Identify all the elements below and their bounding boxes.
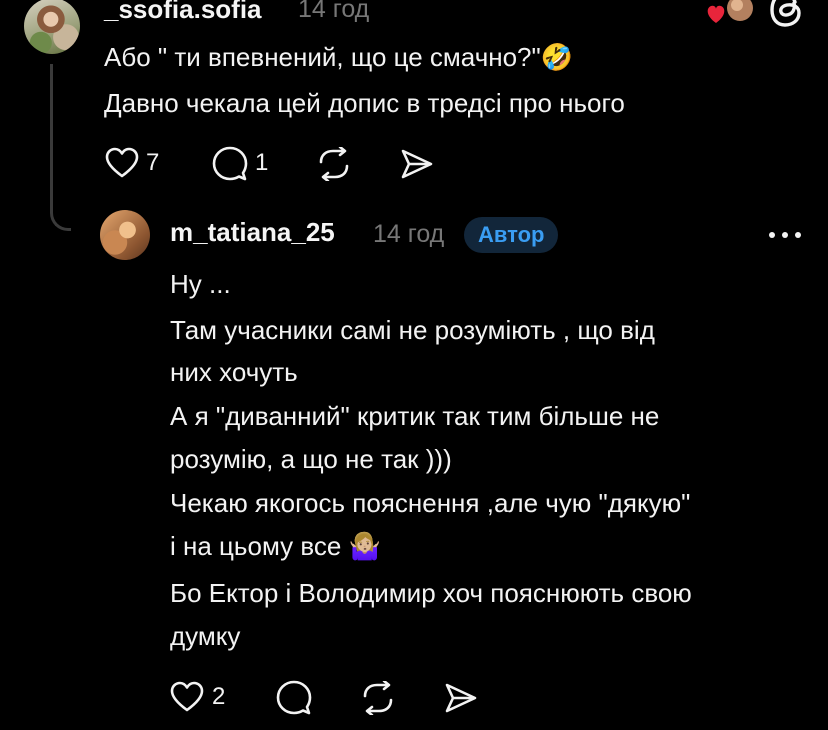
like-count: 7 [146,149,160,176]
repost-icon[interactable] [360,681,396,715]
reply-text-line: Там учасники самі не розуміють , що від [170,315,655,345]
threads-logo-icon[interactable] [768,0,804,30]
thread-connector-line [50,64,71,231]
reply-username[interactable]: m_tatiana_25 [170,217,335,248]
more-dots-icon[interactable] [768,231,802,239]
comment-text-line: Або " ти впевнений, що це смачно?"🤣 [104,42,574,72]
avatar[interactable] [24,0,80,54]
repost-icon[interactable] [316,147,352,181]
reply-text-line: Чекаю якогось пояснення ,але чую "дякую" [170,488,691,518]
reply-text-line: Ну ... [170,269,231,299]
reply-text-line: думку [170,621,241,651]
author-badge: Автор [464,217,559,253]
reply-count: 1 [255,149,269,176]
avatar[interactable] [100,210,150,260]
reply-text-line: А я "диванний" критик так тим більше не [170,401,660,431]
reply-time: 14 год [373,220,445,248]
reply-text-line: розумію, а що не так ))) [170,444,452,474]
comment-bubble-icon[interactable] [212,146,248,182]
send-icon[interactable] [400,148,434,180]
reply-text-line: Бо Ектор і Володимир хоч пояснюють свою [170,578,692,608]
comment-bubble-icon[interactable] [276,680,312,716]
heart-outline-icon[interactable] [105,147,139,179]
heart-avatar-icon [704,0,754,28]
reply-text-line: і на цьому все 🤷🏼‍♀️ [170,531,381,561]
send-icon[interactable] [444,682,478,714]
comment-time: 14 год [298,0,370,23]
reply-text-line: них хочуть [170,357,298,387]
heart-outline-icon[interactable] [170,681,204,713]
comment-text-line: Давно чекала цей допис в тредсі про ньог… [104,88,625,118]
like-count: 2 [212,683,226,710]
comment-username[interactable]: _ssofia.sofia [104,0,262,25]
